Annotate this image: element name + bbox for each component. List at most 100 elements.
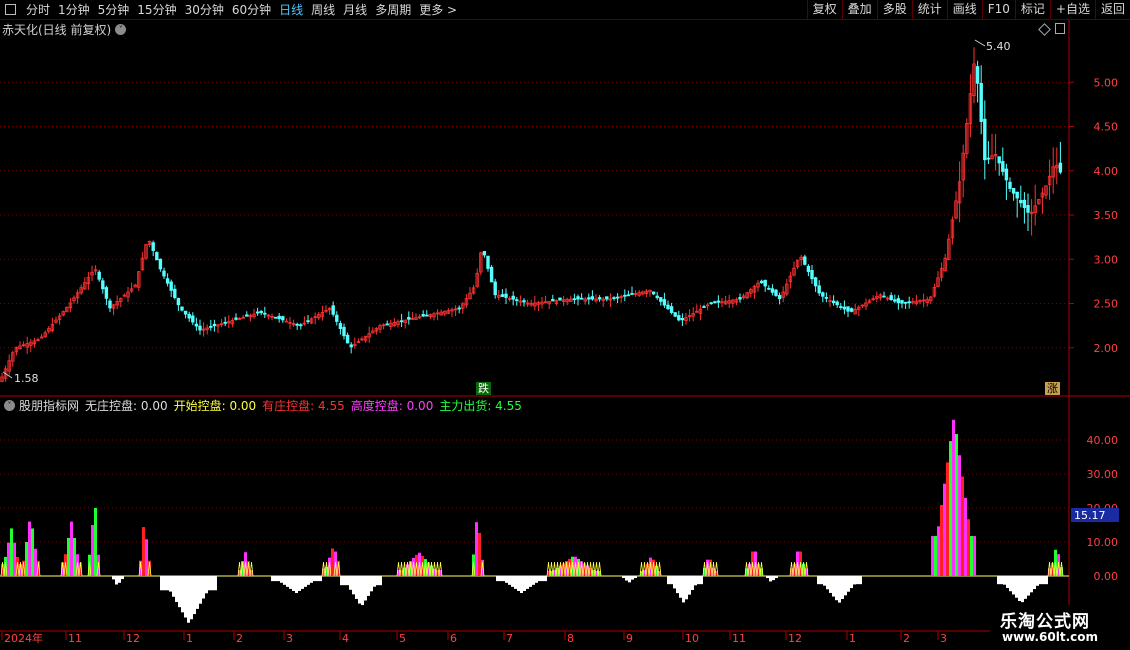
candle-body bbox=[522, 300, 526, 303]
indicator-bar bbox=[187, 576, 190, 623]
candle-body bbox=[180, 306, 184, 311]
candle-body bbox=[338, 323, 343, 330]
candle-body bbox=[889, 295, 893, 301]
time-tick-label: 1 bbox=[186, 632, 193, 645]
candle-body bbox=[158, 258, 163, 270]
indicator-bar bbox=[688, 576, 691, 595]
indicator-bar bbox=[1009, 576, 1012, 592]
indicator-bar bbox=[499, 576, 502, 582]
indicator-bar bbox=[319, 576, 322, 582]
indicator-bar bbox=[358, 576, 361, 604]
time-tick-label: 1 bbox=[849, 632, 856, 645]
candle-body bbox=[331, 305, 335, 315]
indicator-bar bbox=[31, 528, 34, 576]
candle-body bbox=[176, 297, 181, 306]
time-tick-label: 6 bbox=[450, 632, 457, 645]
indicator-bar bbox=[91, 525, 94, 576]
indicator-bar bbox=[973, 536, 976, 576]
candle-body bbox=[759, 280, 764, 284]
candle-body bbox=[511, 295, 515, 300]
indicator-bar bbox=[1000, 576, 1003, 585]
indicator-bar bbox=[817, 576, 820, 585]
candle-body bbox=[399, 320, 404, 323]
indicator-bar bbox=[163, 576, 166, 591]
indicator-bar bbox=[670, 576, 673, 585]
indicator-bar bbox=[208, 576, 211, 591]
indicator-bar bbox=[355, 576, 358, 599]
diamond-icon[interactable] bbox=[1038, 23, 1051, 36]
indicator-bar bbox=[766, 576, 769, 579]
indicator-bar bbox=[346, 576, 349, 586]
indicator-bar bbox=[835, 576, 838, 601]
candle-body bbox=[1022, 199, 1027, 208]
indicator-bar bbox=[1042, 576, 1045, 585]
indicator-bar bbox=[316, 576, 319, 582]
indicator-bar bbox=[958, 455, 961, 576]
indicator-bar bbox=[961, 476, 964, 576]
candle-body bbox=[486, 255, 490, 269]
candle-body bbox=[777, 295, 782, 300]
candle-body bbox=[155, 252, 159, 261]
candle-body bbox=[821, 292, 825, 297]
indicator-bar bbox=[535, 576, 538, 583]
dropdown-circle-icon[interactable]: ˅ bbox=[115, 23, 127, 35]
candle-body bbox=[813, 277, 818, 287]
indicator-bar bbox=[772, 576, 775, 581]
indicator-bar bbox=[952, 419, 955, 576]
indicator-bar bbox=[526, 576, 529, 589]
candle-body bbox=[677, 315, 681, 321]
candle-body bbox=[104, 287, 109, 299]
indicator-bar bbox=[517, 576, 520, 591]
candle-body bbox=[306, 320, 310, 323]
indicator-bar bbox=[280, 576, 283, 583]
indicator-bar bbox=[544, 576, 547, 582]
indicator-item-0: 无庄控盘: 0.00 bbox=[85, 399, 168, 413]
time-tick-label: 12 bbox=[788, 632, 802, 645]
time-tick-label: 5 bbox=[399, 632, 406, 645]
indicator-bar bbox=[1045, 576, 1048, 585]
candle-body bbox=[979, 83, 983, 122]
candle-body bbox=[1008, 181, 1012, 189]
indicator-bar bbox=[13, 542, 16, 576]
candle-body bbox=[1026, 204, 1030, 213]
indicator-bar bbox=[931, 536, 934, 576]
candle-body bbox=[482, 251, 487, 256]
indicator-bar bbox=[304, 576, 307, 587]
candle-body bbox=[612, 297, 616, 300]
candle-body bbox=[169, 281, 173, 291]
candle-body bbox=[997, 156, 1001, 164]
candle-body bbox=[810, 270, 814, 280]
time-tick-label: 11 bbox=[68, 632, 82, 645]
window-icon[interactable] bbox=[1055, 23, 1065, 34]
indicator-bar bbox=[997, 576, 1000, 585]
candle-body bbox=[774, 289, 778, 296]
candle-body bbox=[738, 297, 742, 300]
indicator-bar bbox=[7, 542, 10, 576]
candle-body bbox=[263, 312, 267, 315]
indicator-bar bbox=[838, 576, 841, 603]
indicator-bar bbox=[967, 519, 970, 576]
price-tick-label: 2.50 bbox=[1094, 298, 1119, 311]
indicator-bar bbox=[202, 576, 205, 599]
indicator-bar bbox=[178, 576, 181, 608]
candle-body bbox=[839, 306, 843, 308]
indicator-bar bbox=[196, 576, 199, 609]
candle-body bbox=[493, 281, 497, 296]
candle-body bbox=[500, 294, 505, 297]
indicator-bar bbox=[172, 576, 175, 597]
indicator-tick-label: 30.00 bbox=[1087, 468, 1119, 481]
candle-body bbox=[716, 300, 721, 303]
indicator-bar bbox=[541, 576, 544, 582]
indicator-bar bbox=[364, 576, 367, 601]
indicator-bar bbox=[1018, 576, 1021, 602]
time-tick-label: 3 bbox=[286, 632, 293, 645]
indicator-dropdown-icon[interactable]: ˅ bbox=[4, 400, 15, 411]
indicator-bar bbox=[184, 576, 187, 618]
indicator-bar bbox=[373, 576, 376, 587]
indicator-bar bbox=[505, 576, 508, 583]
indicator-bar bbox=[832, 576, 835, 597]
candle-body bbox=[209, 326, 213, 328]
indicator-bar bbox=[313, 576, 316, 582]
candle-body bbox=[655, 295, 659, 299]
indicator-bar bbox=[859, 576, 862, 585]
